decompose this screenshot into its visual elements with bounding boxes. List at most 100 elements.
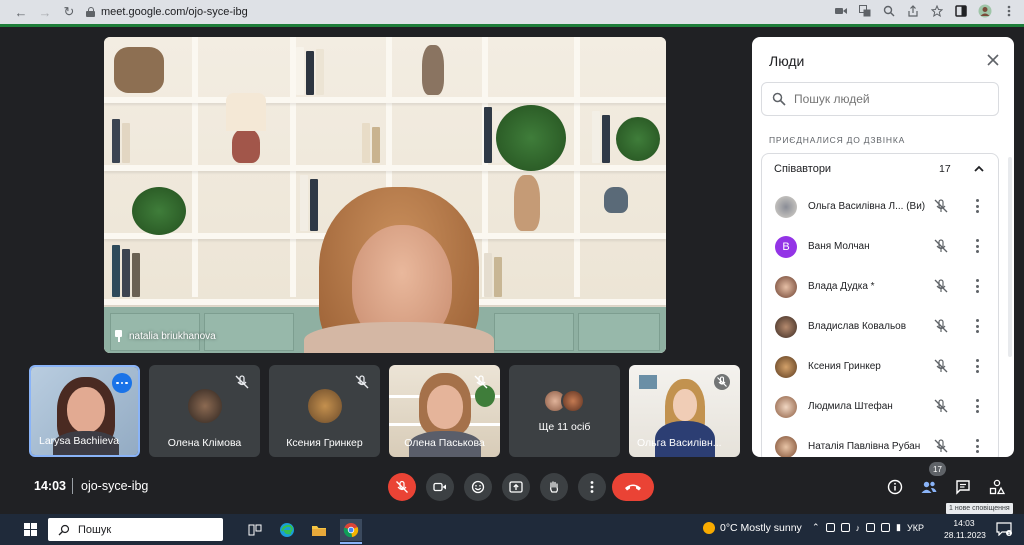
people-count-badge: 17: [929, 462, 946, 476]
active-app-indicator: [340, 542, 362, 544]
profile-avatar-icon[interactable]: [978, 4, 992, 18]
participant-tile[interactable]: Ксения Гринкер: [269, 365, 380, 457]
mic-off-icon[interactable]: [933, 438, 949, 454]
tile-name: Ольга Василівн...: [637, 437, 722, 449]
windows-taskbar: Пошук 0°C Mostly sunny ⌃ ♪ ▮ УКР 14:03 2…: [0, 514, 1024, 545]
reload-icon[interactable]: ↻: [58, 1, 80, 23]
share-icon[interactable]: [906, 4, 920, 18]
tile-name: Ксения Гринкер: [286, 437, 363, 449]
camera-toggle-button[interactable]: [426, 473, 454, 501]
forward-arrow-icon[interactable]: →: [34, 1, 56, 23]
person-row[interactable]: Людмила Штефан: [762, 386, 998, 426]
group-name: Співавтори: [774, 163, 832, 175]
more-options-icon[interactable]: [974, 319, 980, 333]
people-search-box[interactable]: [761, 82, 999, 116]
side-panel-icon[interactable]: [954, 4, 968, 18]
pin-icon[interactable]: [114, 330, 123, 342]
present-screen-button[interactable]: [502, 473, 530, 501]
person-row[interactable]: Влада Дудка *: [762, 266, 998, 306]
mic-off-icon[interactable]: [933, 198, 949, 214]
speaker-body: [304, 322, 494, 353]
avatar: [775, 196, 797, 218]
activities-button[interactable]: [986, 476, 1008, 498]
avatar: [775, 436, 797, 457]
more-options-icon[interactable]: [974, 359, 980, 373]
avatar: [775, 276, 797, 298]
mic-off-icon[interactable]: [933, 318, 949, 334]
more-options-icon[interactable]: [974, 399, 980, 413]
divider: [72, 478, 73, 494]
windows-start-icon[interactable]: [24, 523, 37, 536]
avatar: [775, 316, 797, 338]
network-icon[interactable]: [840, 523, 850, 532]
person-row[interactable]: Ольга Василівна Л... (Ви): [762, 186, 998, 226]
person-name: Ольга Василівна Л... (Ви): [808, 201, 926, 212]
meeting-details-button[interactable]: [884, 476, 906, 498]
mic-tray-icon[interactable]: ▮: [896, 522, 901, 533]
chevron-up-icon[interactable]: [972, 162, 986, 176]
taskbar-search-box[interactable]: Пошук: [48, 518, 223, 541]
mic-off-icon[interactable]: [933, 398, 949, 414]
translate-icon[interactable]: [858, 4, 872, 18]
camera-tray-icon[interactable]: [825, 523, 835, 532]
mic-toggle-button[interactable]: [388, 473, 416, 501]
language-indicator[interactable]: УКР: [907, 523, 924, 533]
contributors-group: Співавтори 17 Ольга Василівна Л... (Ви) …: [761, 153, 999, 457]
group-header[interactable]: Співавтори 17: [762, 154, 998, 184]
avatar: [188, 389, 222, 423]
more-vert-icon: [590, 481, 594, 493]
people-icon: [921, 481, 937, 493]
end-call-button[interactable]: [612, 473, 654, 501]
mic-off-icon[interactable]: [933, 278, 949, 294]
mic-off-icon[interactable]: [933, 238, 949, 254]
more-options-icon[interactable]: [974, 439, 980, 453]
file-explorer-icon[interactable]: [308, 519, 330, 541]
task-view-icon[interactable]: [244, 519, 266, 541]
person-row[interactable]: В Ваня Молчан: [762, 226, 998, 266]
more-options-icon[interactable]: [974, 199, 980, 213]
person-row[interactable]: Владислав Ковальов: [762, 306, 998, 346]
camera-status-icon[interactable]: [834, 4, 848, 18]
person-name: Влада Дудка *: [808, 281, 875, 292]
more-options-icon[interactable]: [974, 239, 980, 253]
weather-text: 0°C Mostly sunny: [720, 522, 802, 534]
bookmark-star-icon[interactable]: [930, 4, 944, 18]
chevron-up-icon[interactable]: ⌃: [812, 522, 820, 533]
participant-tile-overflow[interactable]: Ще 11 осіб: [509, 365, 620, 457]
zoom-icon[interactable]: [882, 4, 896, 18]
tile-options-button[interactable]: [112, 373, 132, 393]
browser-menu-icon[interactable]: [1002, 4, 1016, 18]
person-row[interactable]: Ксения Гринкер: [762, 346, 998, 386]
participant-tile-self[interactable]: Larysa Bachiieva: [29, 365, 140, 457]
tray-app-icon[interactable]: [881, 523, 891, 532]
chat-button[interactable]: [952, 476, 974, 498]
people-search-input[interactable]: [794, 92, 974, 106]
emoji-icon: [471, 480, 485, 494]
back-arrow-icon[interactable]: ←: [10, 1, 32, 23]
taskbar-clock[interactable]: 14:03 28.11.2023: [944, 517, 986, 541]
participant-tile[interactable]: Ольга Василівн...: [629, 365, 740, 457]
info-icon: [887, 479, 903, 495]
more-options-icon[interactable]: [974, 279, 980, 293]
participant-tile[interactable]: Олена Клімова: [149, 365, 260, 457]
more-options-button[interactable]: [578, 473, 606, 501]
grouped-avatars: [543, 389, 587, 413]
volume-icon[interactable]: ♪: [856, 523, 861, 533]
panel-scrollbar[interactable]: [1008, 157, 1012, 357]
mic-off-icon: [396, 480, 408, 493]
weather-widget[interactable]: 0°C Mostly sunny: [703, 522, 802, 534]
people-button[interactable]: [918, 476, 940, 498]
notification-center-icon[interactable]: 1: [995, 520, 1013, 538]
keyboard-icon[interactable]: [866, 523, 876, 532]
raise-hand-button[interactable]: [540, 473, 568, 501]
people-panel: Люди ПРИЄДНАЛИСЯ ДО ДЗВІНКА Співавтори 1…: [752, 37, 1014, 457]
person-row[interactable]: Наталія Павлівна Рубан: [762, 426, 998, 457]
meet-accent-line: [0, 24, 1024, 27]
reactions-button[interactable]: [464, 473, 492, 501]
mic-off-icon[interactable]: [933, 358, 949, 374]
participant-tile[interactable]: Олена Паськова: [389, 365, 500, 457]
chrome-browser-icon[interactable]: [340, 519, 362, 541]
edge-browser-icon[interactable]: [276, 519, 298, 541]
main-speaker-video[interactable]: natalia briukhanova: [104, 37, 666, 353]
close-icon[interactable]: [984, 51, 1002, 69]
